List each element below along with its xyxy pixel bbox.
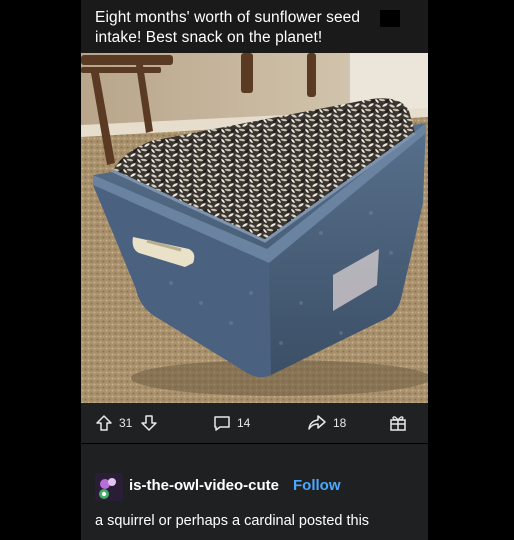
comment-button[interactable]: 14 bbox=[213, 403, 258, 443]
caption-redaction bbox=[380, 10, 400, 27]
share-count: 18 bbox=[333, 416, 347, 430]
comment-icon bbox=[213, 414, 231, 432]
follow-button[interactable]: Follow bbox=[293, 477, 341, 494]
comment-count: 14 bbox=[237, 416, 251, 430]
share-icon bbox=[307, 414, 327, 432]
screenshot: Eight months' worth of sunflower seed in… bbox=[0, 0, 514, 540]
reblog-section: is-the-owl-video-cute Follow a squirrel … bbox=[81, 444, 428, 540]
avatar[interactable] bbox=[95, 473, 123, 501]
award-button[interactable] bbox=[389, 403, 407, 443]
reblog-comment: a squirrel or perhaps a cardinal posted … bbox=[95, 513, 370, 529]
downvote-icon[interactable] bbox=[140, 414, 158, 432]
gift-icon bbox=[389, 414, 407, 432]
upvote-count: 31 bbox=[119, 416, 133, 430]
post-caption: Eight months' worth of sunflower seed in… bbox=[95, 9, 361, 46]
post-card: Eight months' worth of sunflower seed in… bbox=[81, 0, 428, 540]
upvote-icon[interactable] bbox=[95, 414, 113, 432]
share-button[interactable]: 18 bbox=[307, 403, 354, 443]
post-image[interactable] bbox=[81, 53, 428, 403]
vote-group: 31 bbox=[95, 403, 158, 443]
post-actions-bar: 31 14 18 bbox=[81, 403, 428, 443]
blog-username[interactable]: is-the-owl-video-cute bbox=[129, 477, 279, 494]
